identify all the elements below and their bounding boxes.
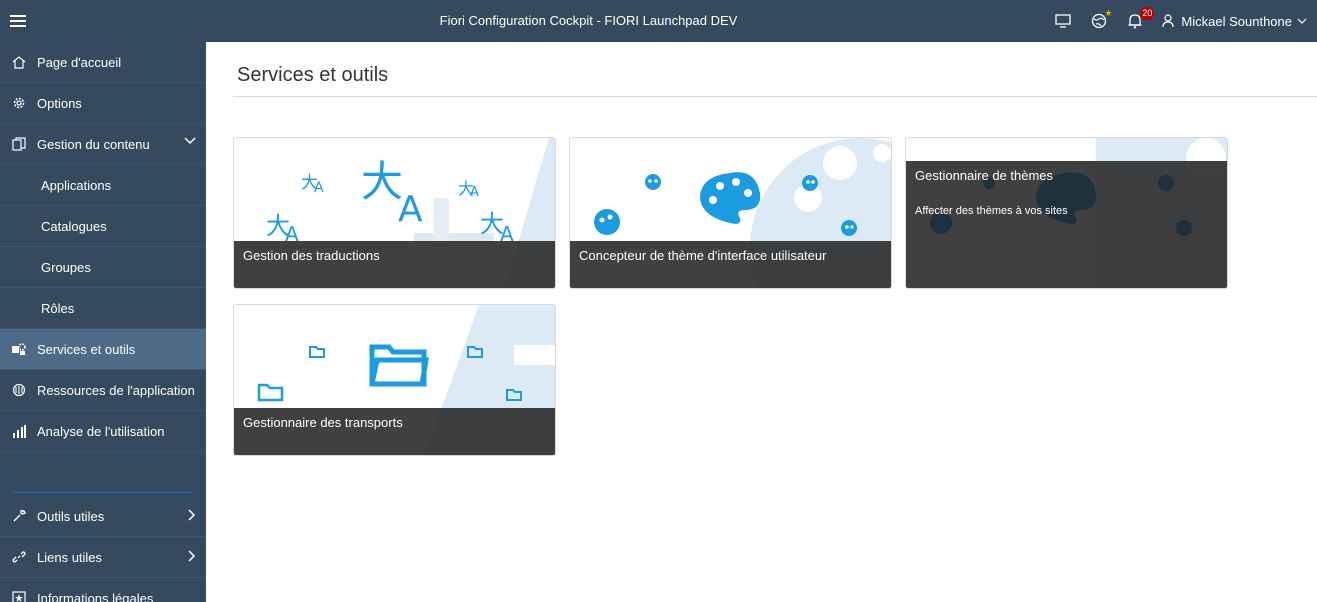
- nav-label: Analyse de l'utilisation: [37, 423, 165, 439]
- shell-actions: ★ 20 Mickael Sounthone: [1048, 0, 1307, 42]
- nav-label: Liens utiles: [37, 549, 103, 565]
- side-navigation: Page d'accueil Options Gestion du conten…: [0, 42, 206, 602]
- nav-item-content-management[interactable]: Gestion du contenu: [0, 124, 206, 165]
- nav-item-services[interactable]: Services et outils: [0, 329, 206, 370]
- link-icon: [0, 550, 37, 564]
- nav-item-resources[interactable]: Ressources de l'application: [0, 370, 206, 411]
- svg-text:大: 大: [361, 157, 403, 206]
- nav-item-options[interactable]: Options: [0, 83, 206, 124]
- tile-title: Gestion des traductions: [243, 248, 380, 263]
- tile-theme-designer[interactable]: Concepteur de thème d'interface utilisat…: [569, 137, 892, 289]
- nav-item-links[interactable]: Liens utiles: [0, 537, 206, 578]
- nav-label: Applications: [41, 177, 112, 193]
- bar-chart-icon: [0, 424, 37, 438]
- nav-item-applications[interactable]: Applications: [0, 165, 206, 206]
- nav-item-legal[interactable]: Informations légales: [0, 578, 206, 602]
- nav-label: Catalogues: [41, 218, 107, 234]
- title-divider: [233, 96, 1317, 97]
- svg-text:A: A: [314, 180, 324, 196]
- tile-title: Concepteur de thème d'interface utilisat…: [579, 248, 827, 263]
- notification-badge: 20: [1140, 7, 1155, 20]
- gear-icon: [0, 96, 37, 110]
- tile-footer: Gestionnaire de thèmes Affecter des thèm…: [906, 161, 1227, 288]
- home-icon: [0, 55, 37, 69]
- nav-item-groups[interactable]: Groupes: [0, 247, 206, 288]
- tile-footer: Gestion des traductions: [234, 241, 555, 288]
- nav-label: Gestion du contenu: [37, 136, 150, 152]
- nav-label: Informations légales: [37, 590, 154, 602]
- nav-label: Services et outils: [37, 341, 136, 357]
- monitor-icon[interactable]: [1048, 6, 1078, 36]
- bell-icon[interactable]: 20: [1120, 6, 1155, 36]
- nav-label: Page d'accueil: [37, 54, 122, 70]
- chevron-down-icon: [184, 137, 196, 145]
- main-content: Services et outils 大A 大A 大A 大A 大A Gestio…: [206, 42, 1317, 602]
- nav-item-roles[interactable]: Rôles: [0, 288, 206, 329]
- user-icon: [1162, 14, 1175, 28]
- chevron-right-icon: [188, 509, 196, 521]
- nav-label: Options: [37, 95, 82, 111]
- resources-icon: [0, 383, 37, 397]
- user-name: Mickael Sounthone: [1181, 13, 1292, 29]
- page-title: Services et outils: [237, 64, 389, 86]
- tile-translations[interactable]: 大A 大A 大A 大A 大A Gestion des traductions: [233, 137, 556, 289]
- chevron-down-icon: [1297, 18, 1307, 24]
- tile-transports[interactable]: Gestionnaire des transports: [233, 304, 556, 456]
- nav-item-catalogs[interactable]: Catalogues: [0, 206, 206, 247]
- globe-icon[interactable]: ★: [1084, 6, 1114, 36]
- nav-item-home[interactable]: Page d'accueil: [0, 42, 206, 83]
- tile-title: Gestionnaire des transports: [243, 415, 403, 430]
- tile-footer: Concepteur de thème d'interface utilisat…: [570, 241, 891, 288]
- wrench-icon: [0, 509, 37, 523]
- nav-label: Rôles: [41, 300, 75, 316]
- menu-icon[interactable]: [0, 0, 36, 42]
- tile-footer: Gestionnaire des transports: [234, 408, 555, 455]
- chevron-right-icon: [188, 550, 196, 562]
- shell-bar: Fiori Configuration Cockpit - FIORI Laun…: [0, 0, 1317, 42]
- nav-item-tools[interactable]: Outils utiles: [0, 496, 206, 537]
- nav-label: Outils utiles: [37, 508, 105, 524]
- star-icon: ★: [1104, 8, 1113, 18]
- nav-label: Groupes: [41, 259, 91, 275]
- tile-title: Gestionnaire de thèmes: [915, 168, 1054, 183]
- legal-icon: [0, 591, 37, 602]
- user-menu[interactable]: Mickael Sounthone: [1162, 14, 1307, 29]
- tile-theme-manager[interactable]: Gestionnaire de thèmes Affecter des thèm…: [905, 137, 1228, 289]
- copy-icon: [0, 137, 37, 151]
- nav-separator: [12, 492, 192, 493]
- svg-text:A: A: [470, 185, 479, 200]
- nav-item-analytics[interactable]: Analyse de l'utilisation: [0, 411, 206, 452]
- tile-subtitle: Affecter des thèmes à vos sites: [915, 205, 1068, 217]
- svg-text:A: A: [398, 189, 423, 230]
- nav-label: Ressources de l'application: [37, 382, 195, 398]
- tools-icon: [0, 342, 37, 356]
